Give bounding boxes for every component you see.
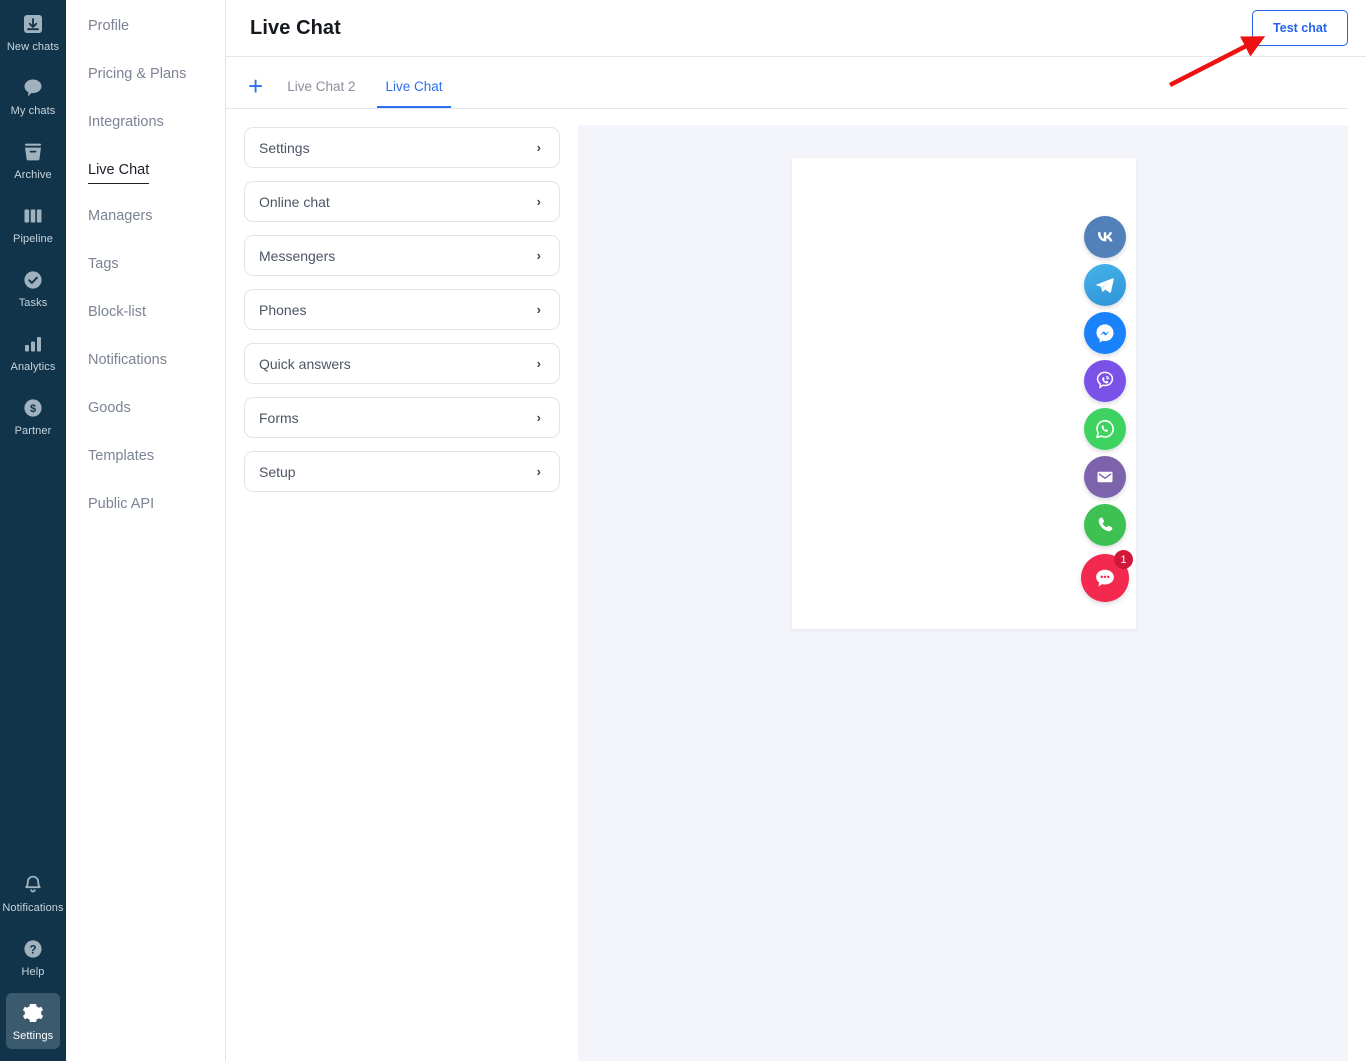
accordion-item-label: Setup xyxy=(259,464,296,480)
sidebar-item-new-chats[interactable]: New chats xyxy=(6,4,60,60)
inbox-download-icon xyxy=(21,12,45,36)
chevron-right-icon: › xyxy=(537,464,541,479)
svg-text:?: ? xyxy=(29,944,36,956)
accordion-item-setup[interactable]: Setup › xyxy=(244,451,560,492)
sidebar-item-partner[interactable]: $ Partner xyxy=(6,388,60,444)
dollar-circle-icon: $ xyxy=(21,396,45,420)
page-title: Live Chat xyxy=(250,17,341,40)
sidebar-item-settings[interactable]: Settings xyxy=(6,993,60,1049)
sidebar-item-notifications[interactable]: Notifications xyxy=(6,865,60,921)
check-circle-icon xyxy=(21,268,45,292)
chevron-right-icon: › xyxy=(537,140,541,155)
subnav-item-block-list[interactable]: Block-list xyxy=(88,296,146,328)
sidebar-item-help[interactable]: ? Help xyxy=(6,929,60,985)
unread-badge: 1 xyxy=(1114,550,1133,569)
chevron-right-icon: › xyxy=(537,356,541,371)
sidebar-item-label: Analytics xyxy=(11,361,56,374)
facebook-messenger-icon[interactable] xyxy=(1084,312,1126,354)
chevron-right-icon: › xyxy=(537,410,541,425)
subnav-item-integrations[interactable]: Integrations xyxy=(88,106,164,138)
widget-preview-pane: 1 xyxy=(578,125,1348,1061)
accordion-item-phones[interactable]: Phones › xyxy=(244,289,560,330)
accordion-item-quick-answers[interactable]: Quick answers › xyxy=(244,343,560,384)
archive-box-icon xyxy=(21,140,45,164)
email-icon[interactable] xyxy=(1084,456,1126,498)
sidebar-item-label: Pipeline xyxy=(13,233,53,246)
tab-live-chat-2[interactable]: Live Chat 2 xyxy=(279,79,363,108)
svg-text:$: $ xyxy=(30,403,36,415)
accordion-item-label: Quick answers xyxy=(259,356,351,372)
pipeline-columns-icon xyxy=(21,204,45,228)
test-chat-button[interactable]: Test chat xyxy=(1252,10,1348,46)
widget-channel-list: 1 xyxy=(1081,216,1129,608)
content-area: Settings › Online chat › Messengers › Ph… xyxy=(226,109,1366,1061)
accordion-item-label: Forms xyxy=(259,410,299,426)
sidebar-item-label: Partner xyxy=(15,425,52,438)
accordion-item-label: Phones xyxy=(259,302,306,318)
app-root: New chats My chats Archive Pipeline xyxy=(0,0,1366,1061)
accordion-item-forms[interactable]: Forms › xyxy=(244,397,560,438)
sidebar-item-analytics[interactable]: Analytics xyxy=(6,324,60,380)
bar-chart-icon xyxy=(21,332,45,356)
sidebar-item-label: Tasks xyxy=(19,297,48,310)
sidebar-item-label: Settings xyxy=(13,1030,54,1043)
widget-preview-card: 1 xyxy=(792,158,1136,629)
subnav-item-live-chat[interactable]: Live Chat xyxy=(88,154,149,184)
whatsapp-icon[interactable] xyxy=(1084,408,1126,450)
sidebar-item-label: Archive xyxy=(14,169,51,182)
subnav-item-tags[interactable]: Tags xyxy=(88,248,119,280)
vk-icon[interactable] xyxy=(1084,216,1126,258)
sidebar-item-tasks[interactable]: Tasks xyxy=(6,260,60,316)
sidebar-item-label: Notifications xyxy=(2,902,63,915)
primary-sidebar: New chats My chats Archive Pipeline xyxy=(0,0,66,1061)
bell-icon xyxy=(21,873,45,897)
sidebar-item-label: New chats xyxy=(7,41,59,54)
subnav-item-notifications[interactable]: Notifications xyxy=(88,344,167,376)
subnav-item-goods[interactable]: Goods xyxy=(88,392,131,424)
primary-sidebar-bottom-group: Notifications ? Help Settings xyxy=(0,865,66,1061)
accordion-item-label: Online chat xyxy=(259,194,330,210)
sidebar-item-pipeline[interactable]: Pipeline xyxy=(6,196,60,252)
question-circle-icon: ? xyxy=(21,937,45,961)
chevron-right-icon: › xyxy=(537,194,541,209)
tab-live-chat[interactable]: Live Chat xyxy=(377,79,450,108)
telegram-icon[interactable] xyxy=(1084,264,1126,306)
subnav-item-templates[interactable]: Templates xyxy=(88,440,154,472)
settings-subnav: Profile Pricing & Plans Integrations Liv… xyxy=(66,0,226,1061)
sidebar-item-my-chats[interactable]: My chats xyxy=(6,68,60,124)
subnav-item-managers[interactable]: Managers xyxy=(88,200,152,232)
sidebar-item-label: My chats xyxy=(11,105,56,118)
gear-icon xyxy=(21,1001,45,1025)
accordion-item-settings[interactable]: Settings › xyxy=(244,127,560,168)
settings-accordion-list: Settings › Online chat › Messengers › Ph… xyxy=(226,109,578,1061)
right-gutter xyxy=(1348,57,1366,1061)
accordion-item-label: Settings xyxy=(259,140,310,156)
viber-icon[interactable] xyxy=(1084,360,1126,402)
sidebar-item-archive[interactable]: Archive xyxy=(6,132,60,188)
primary-sidebar-top-group: New chats My chats Archive Pipeline xyxy=(0,0,66,452)
accordion-item-messengers[interactable]: Messengers › xyxy=(244,235,560,276)
subnav-item-pricing-plans[interactable]: Pricing & Plans xyxy=(88,58,186,90)
main-area: Live Chat Test chat + Live Chat 2 Live C… xyxy=(226,0,1366,1061)
chat-tabs-bar: + Live Chat 2 Live Chat xyxy=(226,57,1366,109)
accordion-item-label: Messengers xyxy=(259,248,335,264)
accordion-item-online-chat[interactable]: Online chat › xyxy=(244,181,560,222)
chevron-right-icon: › xyxy=(537,302,541,317)
add-tab-button[interactable]: + xyxy=(248,73,263,99)
subnav-item-public-api[interactable]: Public API xyxy=(88,488,154,520)
chat-bubble-icon xyxy=(21,76,45,100)
sidebar-item-label: Help xyxy=(21,966,44,979)
chevron-right-icon: › xyxy=(537,248,541,263)
phone-icon[interactable] xyxy=(1084,504,1126,546)
subnav-item-profile[interactable]: Profile xyxy=(88,10,129,42)
page-header: Live Chat Test chat xyxy=(226,0,1366,57)
chat-bubble-icon[interactable]: 1 xyxy=(1081,554,1129,602)
